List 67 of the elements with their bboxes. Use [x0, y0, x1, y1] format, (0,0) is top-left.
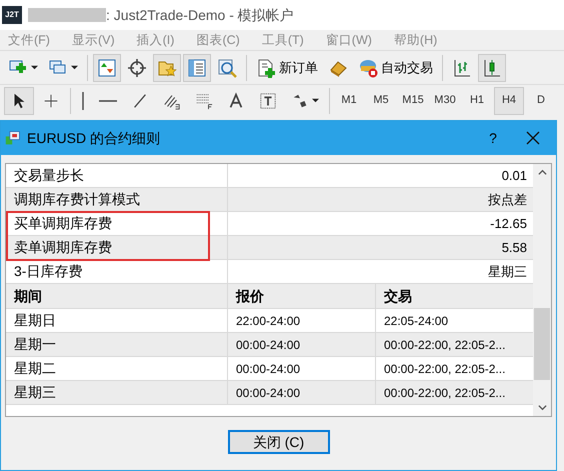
- table-cell-text: 00:00-22:00, 22:05-2...: [383, 384, 506, 402]
- table-cell: 星期三: [6, 381, 228, 404]
- market-watch-icon: [97, 58, 117, 78]
- contract-icon: [5, 130, 21, 146]
- property-name: 卖单调期库存费: [6, 236, 228, 259]
- timeframe-button[interactable]: H1: [462, 86, 492, 114]
- caret-icon: [71, 64, 78, 71]
- window-title: : Just2Trade-Demo - 模拟帐户: [106, 6, 294, 24]
- auto-trading-icon: [358, 58, 378, 78]
- help-button[interactable]: ?: [478, 128, 508, 148]
- drawing-tool-button[interactable]: [4, 86, 34, 114]
- fibonacci-lines-icon: [195, 92, 213, 110]
- timeframe-button[interactable]: D: [526, 86, 556, 114]
- text-label-icon: [259, 92, 277, 110]
- toolbar-button[interactable]: [478, 54, 506, 82]
- magnifier-icon: [217, 58, 237, 78]
- property-value: 按点差: [487, 190, 528, 209]
- caret-icon: [31, 64, 38, 71]
- trendline-icon: [131, 92, 149, 110]
- timeframe-button[interactable]: M15: [398, 86, 428, 114]
- vertical-line-icon: [81, 92, 85, 110]
- timeframe-button[interactable]: M5: [366, 86, 396, 114]
- table-cell: 00:00-24:00: [228, 333, 376, 356]
- table-cell-text: 00:00-22:00, 22:05-2...: [383, 336, 506, 354]
- toolbar-button[interactable]: 新订单: [252, 54, 322, 82]
- table-cell-text: 00:00-22:00, 22:05-2...: [383, 360, 506, 378]
- horizontal-line-icon: [99, 98, 117, 102]
- crosshair-icon: [127, 58, 147, 78]
- table-cell: 星期一: [6, 333, 228, 356]
- table-cell-text: 22:05-24:00: [383, 312, 450, 330]
- table-cell: 00:00-24:00: [228, 381, 376, 404]
- toolbar-button[interactable]: [183, 54, 211, 82]
- property-value: 0.01: [500, 166, 528, 185]
- property-name: 调期库存费计算模式: [6, 188, 228, 211]
- crosshair-icon: [42, 92, 60, 110]
- property-value: 5.58: [500, 238, 528, 257]
- column-header: 期间: [6, 284, 228, 308]
- new-order-icon: [256, 58, 276, 78]
- close-icon[interactable]: [526, 131, 540, 145]
- column-header: 交易: [383, 286, 413, 306]
- close-button[interactable]: 关闭 (C): [228, 430, 330, 454]
- bar-chart-icon: [452, 58, 472, 78]
- scrollbar[interactable]: [533, 164, 551, 416]
- timeframe-button[interactable]: M30: [430, 86, 460, 114]
- text-icon: [227, 92, 245, 110]
- property-name: 买单调期库存费: [6, 212, 228, 235]
- scrollbar-thumb[interactable]: [534, 308, 550, 380]
- data-window-icon: [187, 58, 207, 78]
- candlestick-icon: [482, 58, 502, 78]
- property-name: 交易量步长: [6, 164, 228, 187]
- property-name: 3-日库存费: [6, 260, 228, 283]
- table-cell: 00:00-24:00: [228, 357, 376, 380]
- property-value: -12.65: [489, 214, 528, 233]
- scroll-up-icon[interactable]: [538, 168, 546, 177]
- toolbar-button[interactable]: 自动交易: [354, 54, 437, 82]
- timeframe-button[interactable]: H4: [494, 86, 524, 114]
- scroll-down-icon[interactable]: [538, 403, 546, 412]
- caret-icon: [312, 97, 319, 104]
- timeframe-button[interactable]: M1: [334, 86, 364, 114]
- table-cell: 22:00-24:00: [228, 309, 376, 332]
- app-logo: J2T: [2, 6, 22, 24]
- dialog-title: EURUSD 的合约细则: [27, 128, 162, 148]
- toolbar-button[interactable]: [93, 54, 121, 82]
- table-cell: 星期二: [6, 357, 228, 380]
- property-value: 星期三: [487, 262, 528, 281]
- column-header: 报价: [228, 284, 376, 308]
- table-cell: 星期日: [6, 309, 228, 332]
